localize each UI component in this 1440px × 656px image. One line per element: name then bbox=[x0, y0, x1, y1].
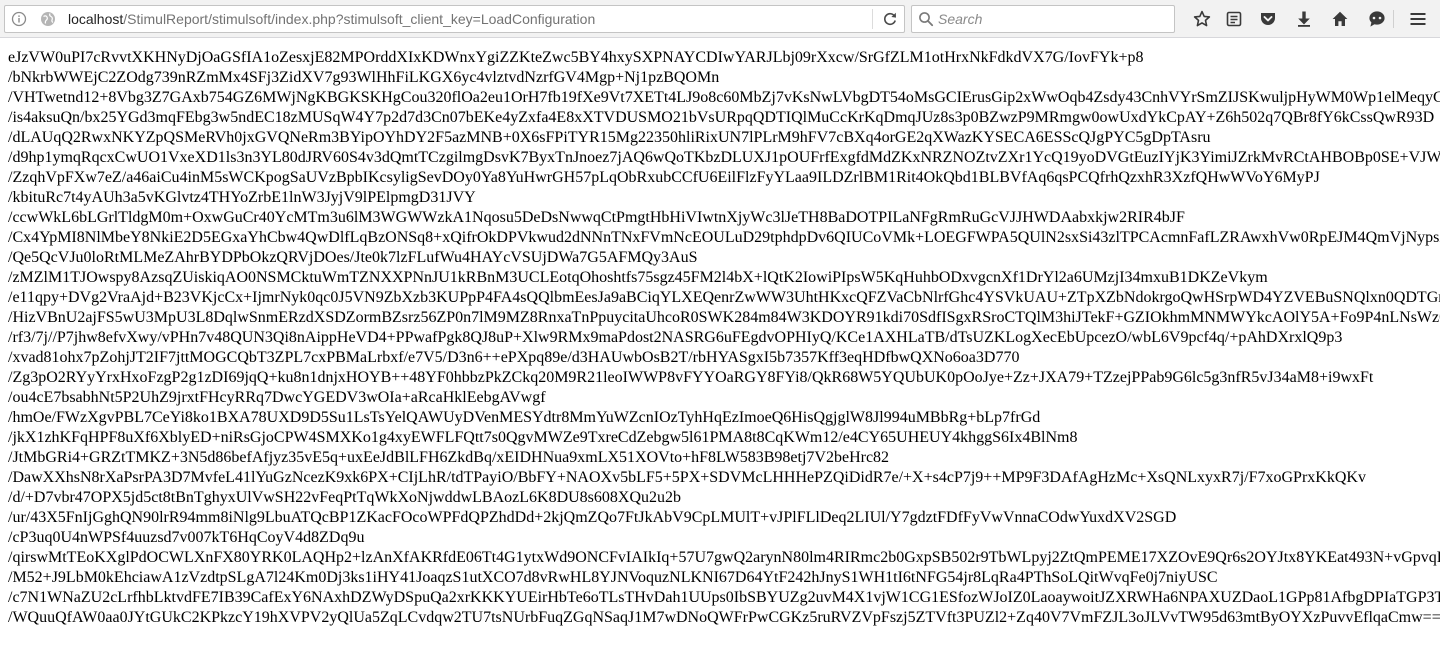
response-text-line: /hmOe/FWzXgvPBL7CeYi8ko1BXA78UXD9D5Su1Ls… bbox=[8, 409, 1041, 426]
response-text-line: /dLAUqQ2RwxNKYZpQSMeRVh0jxGVQNeRm3BYipOY… bbox=[8, 129, 1211, 146]
reading-list-button[interactable] bbox=[1220, 6, 1248, 32]
response-text-line: /jkX1zhKFqHPF8uXf6XblyED+niRsGjoCPW4SMXK… bbox=[8, 429, 1078, 446]
response-text-line: /cP3uq0U4nWPSf4uuzsd7v007kT6HqCoyV4d8ZDq… bbox=[8, 529, 365, 546]
reload-button[interactable] bbox=[876, 6, 904, 32]
chat-bubble-icon bbox=[1369, 11, 1385, 27]
search-bar[interactable] bbox=[911, 5, 1175, 33]
response-text-line: /Cx4YpMI8NlMbeY8NkiE2D5EGxaYhCbw4QwDlfLq… bbox=[8, 229, 1440, 246]
response-text-line: /ou4cE7bsabhNt5P2UhZ9jrxtFHcyRRq7DwcYGED… bbox=[8, 389, 546, 406]
response-text-line: /kbituRc7t4yAUh3a5vKGlvtz4THYoZrbE1lnW3J… bbox=[8, 189, 476, 206]
response-text-line: /JtMbGRi4+GRZtTMKZ+3N5d86befAfjyz35vE5q+… bbox=[8, 449, 890, 466]
response-text-line: /xvad81ohx7pZohjJT2IF7jttMOGCQbT3ZPL7cxP… bbox=[8, 349, 1020, 366]
response-text-line: /ur/43X5FnIjGghQN90lrR94mm8iNlg9LbuATQcB… bbox=[8, 509, 1177, 526]
browser-window: localhost/StimulReport/stimulsoft/index.… bbox=[0, 0, 1440, 656]
response-text-line: /VHTwetnd12+8Vbg3Z7GAxb754GZ6MWjNgKBGKSK… bbox=[8, 89, 1440, 106]
response-text-line: /bNkrbWWEjC2ZOdg739nRZmMx4SFj3ZidXV7g93W… bbox=[8, 69, 720, 86]
response-text-line: /ccwWkL6bLGrlTldgM0m+OxwGuCr40YcMTm3u6lM… bbox=[8, 209, 1185, 226]
url-divider bbox=[872, 9, 873, 29]
url-text[interactable]: localhost/StimulReport/stimulsoft/index.… bbox=[68, 6, 595, 32]
home-icon bbox=[1332, 11, 1348, 26]
url-path: /StimulReport/stimulsoft/index.php?stimu… bbox=[123, 11, 596, 27]
reading-list-icon bbox=[1226, 11, 1242, 27]
response-text-line: /DawXXhsN8rXaPsrPA3D7MvfeL41lYuGzNcezK9x… bbox=[8, 469, 1366, 486]
response-text-line: /M52+J9LbM0kEhciawA1zVzdtpSLgA7l24Km0Dj3… bbox=[8, 569, 1218, 586]
info-icon[interactable] bbox=[10, 10, 28, 28]
home-button[interactable] bbox=[1326, 6, 1354, 32]
toolbar-separator bbox=[1393, 10, 1394, 28]
search-input[interactable] bbox=[938, 7, 1168, 31]
pocket-button[interactable] bbox=[1254, 6, 1282, 32]
site-identity-icon[interactable] bbox=[39, 10, 57, 28]
response-text-line: /is4aksuQn/bx25YGd3mqFEbg3w5ndEC18zMUSqW… bbox=[8, 109, 1435, 126]
response-text-line: /c7N1WNaZU2cLrfhbLktvdFE7IB39CafExY6NAxh… bbox=[8, 589, 1440, 606]
star-icon bbox=[1193, 10, 1211, 27]
response-text-line: /d/+D7vbr47OPX5jd5ct8tBnTghyxUlVwSH22vFe… bbox=[8, 489, 682, 506]
response-text-line: /qirswMtTEoKXglPdOCWLXnFX80YRK0LAQHp2+lz… bbox=[8, 549, 1440, 566]
url-host: localhost bbox=[68, 11, 124, 27]
menu-button[interactable] bbox=[1404, 6, 1432, 32]
response-text-line: /Zg3pO2RYyYrxHxoFzgP2g1zDI69jqQ+ku8n1dnj… bbox=[8, 369, 1374, 386]
download-arrow-icon bbox=[1298, 11, 1310, 27]
bookmark-button[interactable] bbox=[1188, 6, 1216, 32]
downloads-button[interactable] bbox=[1290, 6, 1318, 32]
address-bar[interactable]: localhost/StimulReport/stimulsoft/index.… bbox=[4, 5, 905, 33]
reload-icon bbox=[884, 12, 896, 26]
search-icon bbox=[919, 12, 934, 27]
navigation-toolbar: localhost/StimulReport/stimulsoft/index.… bbox=[0, 0, 1440, 38]
response-text-line: /e11qpy+DVg2VraAjd+B23VKjcCx+IjmrNyk0qc0… bbox=[8, 289, 1440, 306]
response-text-line: /WQuuQfAW0aa0JYtGUkC2KPkzcY19hXVPV2yQlUa… bbox=[8, 609, 1440, 626]
response-text-line: /ZzqhVpFXw7eZ/a46aiCu4inM5sWCKpogSaUVzBp… bbox=[8, 169, 1320, 186]
response-text-line: /Qe5QcVJu0loRtMLMeZAhrBYDPbOkzQRVjDOes/J… bbox=[8, 249, 698, 266]
response-text-line: eJzVW0uPI7cRvvtXKHNyDjOaGSfIA1oZesxjE82M… bbox=[8, 49, 1144, 66]
response-text-line: /rf3/7j//P7jhw8efvXwy/vPHn7v48QUN3Qi8nAi… bbox=[8, 329, 1343, 346]
page-content: eJzVW0uPI7cRvvtXKHNyDjOaGSfIA1oZesxjE82M… bbox=[0, 38, 1440, 656]
response-text-line: /HizVBnU2ajFS5wU3MpU3L8DqlwSnmERzdXSDZor… bbox=[8, 309, 1440, 326]
pocket-icon bbox=[1261, 13, 1275, 25]
chat-button[interactable] bbox=[1363, 6, 1391, 32]
hamburger-menu-icon bbox=[1410, 13, 1426, 25]
response-text-line: /zMZlM1TJOwspy8AzsqZUiskiqAO0NSMCktuWmTZ… bbox=[8, 269, 1268, 286]
response-text-line: /d9hp1ymqRqcxCwUO1VxeXD1ls3n3YL80dJRV60S… bbox=[8, 149, 1440, 166]
